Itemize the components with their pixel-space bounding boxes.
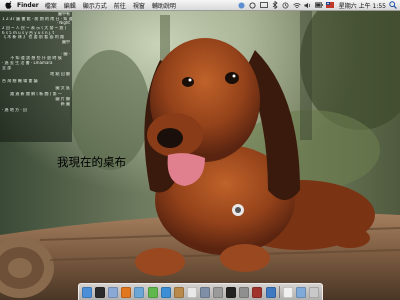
widget-line: 新 圖 [60, 101, 70, 106]
menu-file[interactable]: 檔案 [45, 1, 57, 10]
textedit-icon[interactable] [282, 286, 293, 298]
spotlight-icon[interactable] [389, 1, 397, 9]
messenger-status-icon[interactable] [238, 1, 246, 9]
widget-line: 台 灣 總 機 場 會 議 [2, 78, 38, 83]
mail-icon[interactable] [108, 286, 119, 298]
menu-clock[interactable]: 星期六 上午 1:55 [339, 1, 386, 10]
terminal-icon[interactable] [226, 286, 237, 298]
sync-icon[interactable] [249, 1, 257, 9]
wifi-icon[interactable] [292, 1, 301, 9]
desktop-info-widget: 圖中有 1 2:37 圖 書 館 · 前 期 的 南 日 · 知 道 · Nig… [0, 12, 72, 142]
dashboard-icon[interactable] [95, 286, 106, 298]
input-menu-flag-icon[interactable] [325, 1, 334, 9]
menu-view[interactable]: 顯示方式 [83, 1, 107, 10]
dock-separator [278, 286, 280, 298]
ichat-icon[interactable] [147, 286, 158, 298]
address-book-icon[interactable] [173, 286, 184, 298]
itunes-icon[interactable] [134, 286, 145, 298]
preview-icon[interactable] [213, 286, 224, 298]
menu-extras: 星期六 上午 1:55 [238, 1, 400, 10]
battery-icon[interactable] [314, 1, 323, 9]
widget-line [0, 45, 72, 50]
menu-window[interactable]: 視窗 [133, 1, 145, 10]
widget-line: 全 部 [2, 65, 12, 70]
safari-icon[interactable] [160, 286, 171, 298]
widget-line: 地 點 回 顧 [50, 72, 70, 77]
time-machine-icon[interactable] [282, 1, 290, 9]
system-preferences-icon[interactable] [239, 286, 250, 298]
menu-go[interactable]: 前往 [114, 1, 126, 10]
desktop-caption: 我現在的桌布 [57, 155, 126, 169]
widget-line: · 過 地 方 · 回 [2, 108, 27, 113]
finder-icon[interactable] [82, 286, 92, 298]
menu-edit[interactable]: 編輯 [64, 1, 76, 10]
display-icon[interactable] [259, 1, 268, 9]
ical-icon[interactable] [186, 286, 197, 298]
menu-bar: Finder 檔案 編輯 顯示方式 前往 視窗 輔助說明 星期六 上午 1:55 [0, 0, 400, 11]
apple-menu-icon[interactable] [3, 0, 13, 10]
trash-icon[interactable] [308, 286, 319, 298]
iphoto-icon[interactable] [199, 286, 210, 298]
bluetooth-icon[interactable] [271, 1, 279, 9]
volume-icon[interactable] [304, 1, 312, 9]
menu-app-finder[interactable]: Finder [17, 2, 39, 9]
widget-line: 圖 文 區 [55, 85, 70, 90]
dock [78, 283, 323, 300]
photo-booth-icon[interactable] [252, 286, 263, 298]
menu-help[interactable]: 輔助說明 [152, 1, 176, 10]
firefox-icon[interactable] [121, 286, 132, 298]
folder-icon[interactable] [295, 286, 306, 298]
quicktime-icon[interactable] [265, 286, 276, 298]
